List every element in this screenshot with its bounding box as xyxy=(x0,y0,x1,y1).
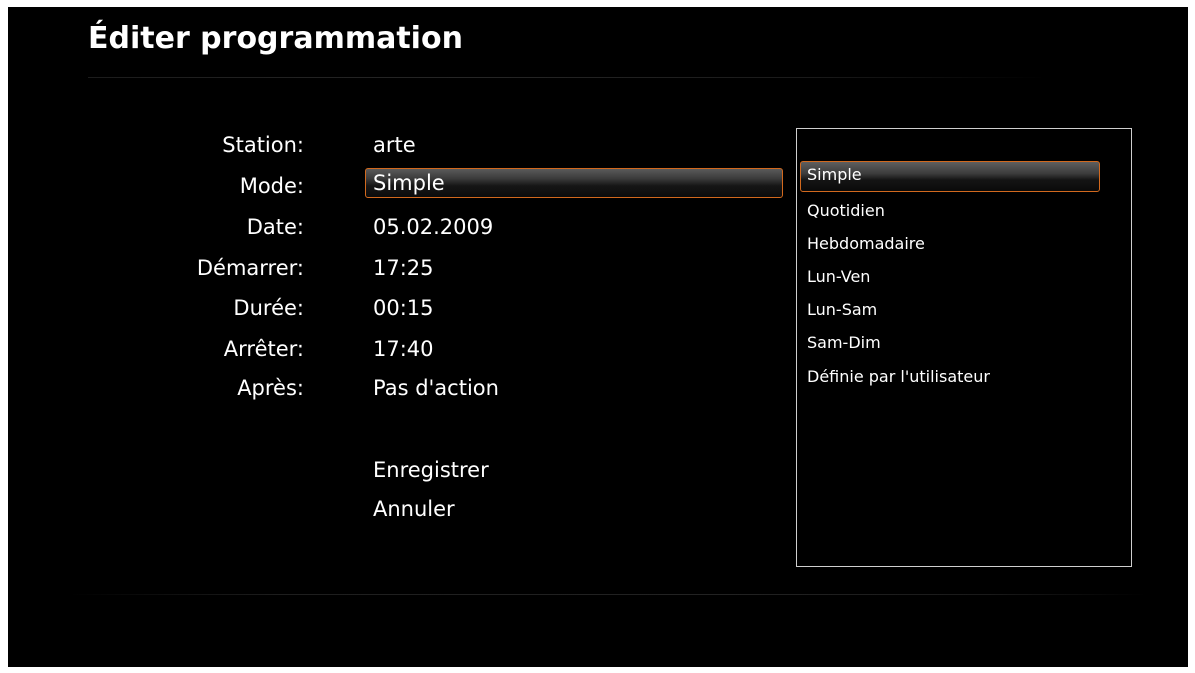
mode-option-simple[interactable]: Simple xyxy=(800,161,1100,192)
tv-screen: Éditer programmation Station: arte Mode:… xyxy=(8,7,1188,667)
start-value[interactable]: 17:25 xyxy=(373,255,434,281)
stop-value[interactable]: 17:40 xyxy=(373,336,434,362)
mode-options-list[interactable]: Simple Quotidien Hebdomadaire Lun-Ven Lu… xyxy=(796,128,1132,567)
mode-option-label: Simple xyxy=(807,165,862,184)
page-title: Éditer programmation xyxy=(88,21,463,56)
duration-value[interactable]: 00:15 xyxy=(373,295,434,321)
cancel-button[interactable]: Annuler xyxy=(373,496,455,522)
footer-divider xyxy=(68,594,1148,595)
mode-option-lun-sam[interactable]: Lun-Sam xyxy=(807,300,877,320)
mode-label: Mode: xyxy=(239,174,304,198)
save-button[interactable]: Enregistrer xyxy=(373,457,489,483)
mode-select[interactable]: Simple xyxy=(365,168,783,198)
duration-label: Durée: xyxy=(233,296,304,320)
after-value[interactable]: Pas d'action xyxy=(373,375,499,401)
mode-value: Simple xyxy=(373,171,445,195)
stop-label: Arrêter: xyxy=(223,337,304,361)
date-value[interactable]: 05.02.2009 xyxy=(373,214,493,240)
mode-option-quotidien[interactable]: Quotidien xyxy=(807,201,885,221)
date-label: Date: xyxy=(246,215,304,239)
station-label: Station: xyxy=(222,133,304,157)
after-label: Après: xyxy=(237,376,304,400)
station-value[interactable]: arte xyxy=(373,132,416,158)
title-divider xyxy=(88,77,1048,78)
mode-option-lun-ven[interactable]: Lun-Ven xyxy=(807,267,870,287)
mode-option-hebdomadaire[interactable]: Hebdomadaire xyxy=(807,234,925,254)
start-label: Démarrer: xyxy=(196,256,304,280)
mode-option-user-defined[interactable]: Définie par l'utilisateur xyxy=(807,367,990,387)
mode-option-sam-dim[interactable]: Sam-Dim xyxy=(807,333,881,353)
